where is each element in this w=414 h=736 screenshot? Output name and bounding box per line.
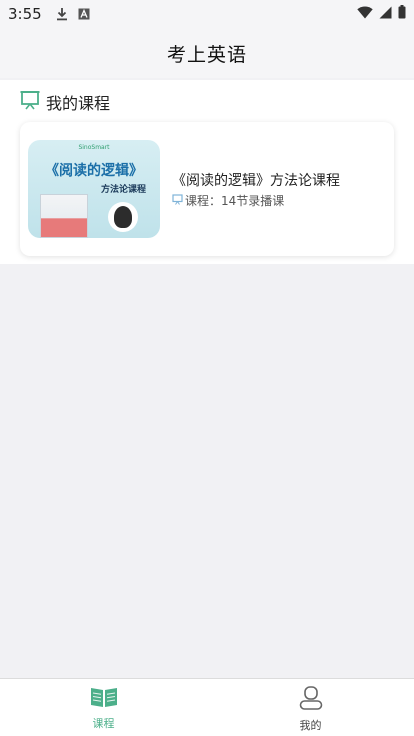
teacher-avatar: [108, 202, 138, 232]
my-courses-panel: 我的课程 SinoSmart 《阅读的逻辑》 方法论课程 《阅读的逻辑》方法论课…: [0, 80, 414, 264]
thumbnail-brand: SinoSmart: [78, 144, 110, 151]
thumbnail-headline: 《阅读的逻辑》: [45, 163, 143, 179]
bottom-tab-bar: 课程 我的: [0, 678, 414, 736]
status-bar: 3:55: [0, 0, 414, 28]
course-thumbnail: SinoSmart 《阅读的逻辑》 方法论课程: [28, 140, 160, 238]
signal-icon: [379, 5, 392, 23]
thumbnail-subline: 方法论课程: [100, 185, 146, 195]
tab-profile-label: 我的: [299, 719, 322, 732]
battery-icon: [398, 5, 406, 23]
course-title: 《阅读的逻辑》方法论课程: [172, 173, 340, 189]
tab-profile[interactable]: 我的: [207, 679, 414, 736]
page-title: 考上英语: [166, 43, 247, 66]
app-header: 考上英语: [0, 28, 414, 78]
section-title: 我的课程: [46, 94, 111, 113]
lesson-board-icon: [172, 193, 183, 208]
course-card[interactable]: SinoSmart 《阅读的逻辑》 方法论课程 《阅读的逻辑》方法论课程 课程：…: [20, 122, 394, 256]
book-cover-image: [40, 194, 88, 238]
course-meta: 课程：14节录播课: [172, 192, 284, 209]
wifi-icon: [357, 5, 373, 23]
keyboard-a-icon: [78, 8, 90, 20]
tab-courses-label: 课程: [92, 717, 115, 730]
section-header: 我的课程: [20, 88, 110, 116]
download-icon: [56, 7, 68, 21]
status-time: 3:55: [8, 5, 42, 23]
blackboard-icon: [20, 90, 40, 114]
open-book-icon: [90, 685, 118, 713]
person-icon: [298, 685, 324, 715]
course-lesson-count: 课程：14节录播课: [185, 194, 285, 208]
tab-courses[interactable]: 课程: [0, 679, 207, 736]
